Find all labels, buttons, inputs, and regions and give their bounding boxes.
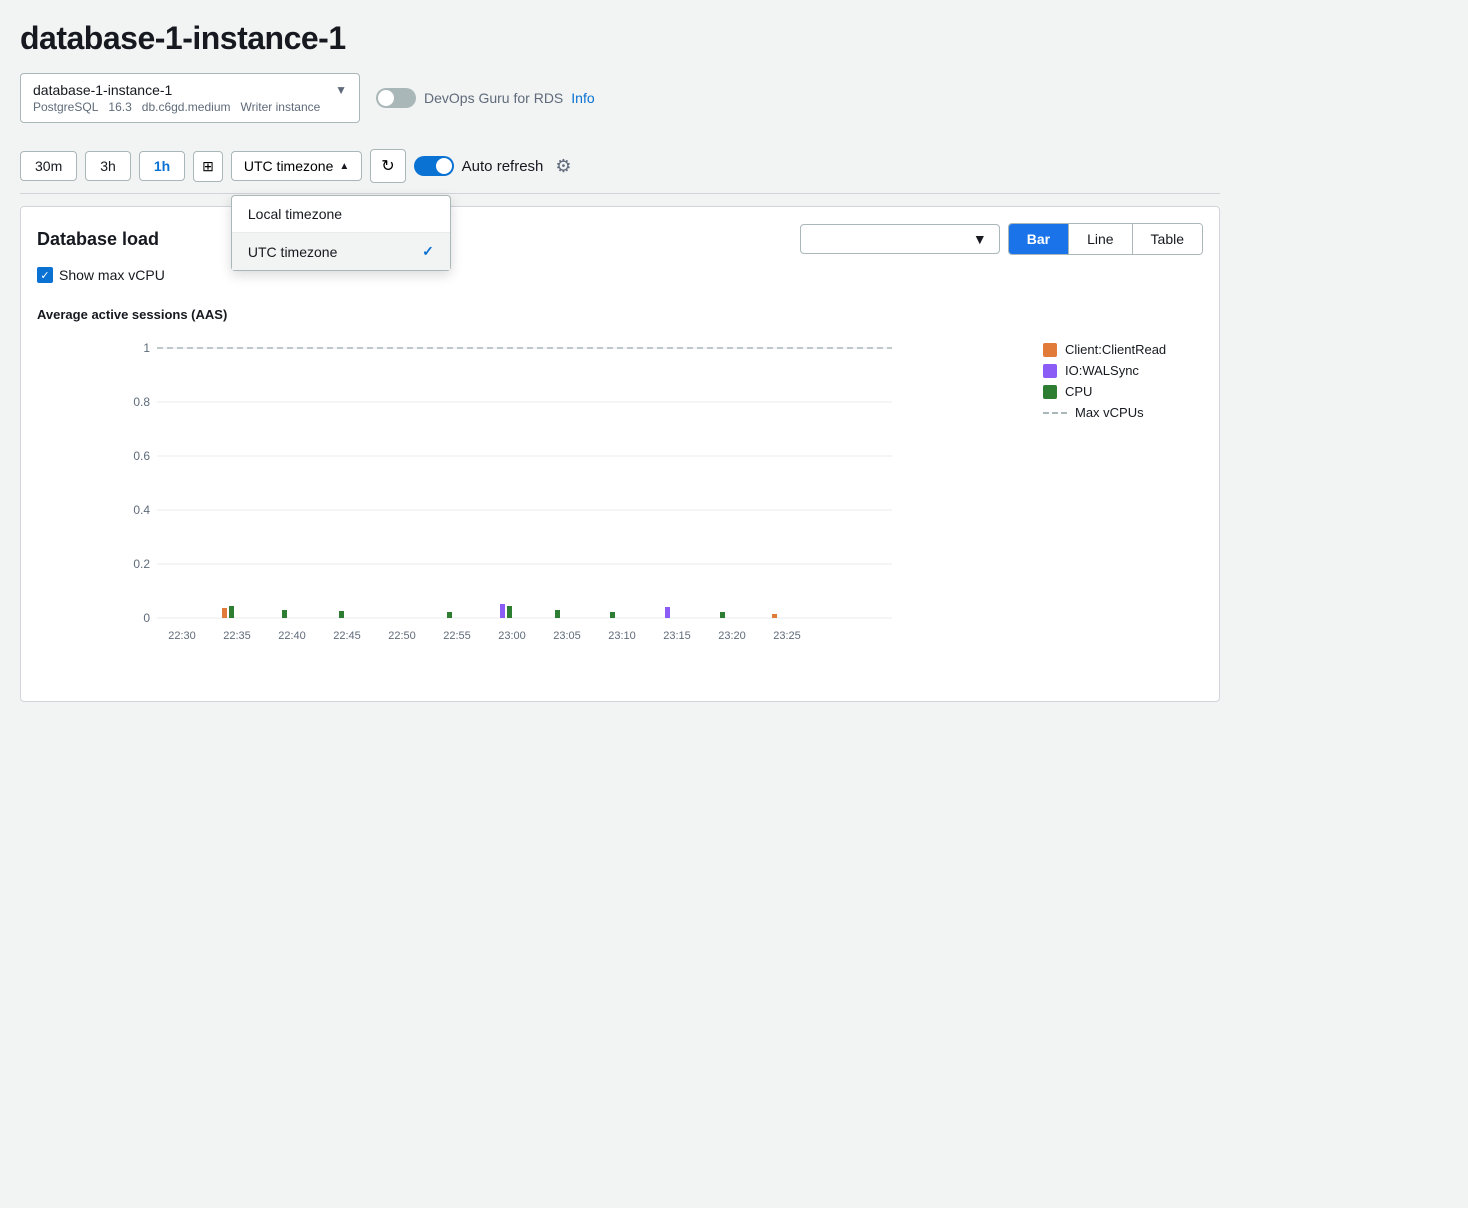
database-load-section: Database load ▼ Bar Line Table Show max … [20,206,1220,702]
role-label: Writer instance [241,100,321,114]
devops-toggle[interactable] [376,88,416,108]
slice-arrow-icon: ▼ [973,231,987,247]
y-label-06: 0.6 [133,449,150,463]
x-label-2250: 22:50 [388,630,416,642]
x-label-2310: 23:10 [608,630,636,642]
legend-color-clientread [1043,343,1057,357]
chart-svg: 1 0.8 0.6 0.4 0.2 0 [37,334,1027,674]
section-header: Database load ▼ Bar Line Table [37,223,1203,255]
dropdown-arrow-icon: ▼ [335,83,347,97]
controls-bar: 30m 3h 1h ⊞ UTC timezone ▲ Local timezon… [20,139,1220,194]
devops-section: DevOps Guru for RDS Info [376,88,595,108]
x-label-2305: 23:05 [553,630,581,642]
legend-label-maxvcpu: Max vCPUs [1075,405,1144,420]
y-label-08: 0.8 [133,395,150,409]
x-label-2325: 23:25 [773,630,801,642]
timezone-wrapper: UTC timezone ▲ Local timezone UTC timezo… [231,151,362,181]
info-link[interactable]: Info [571,90,594,106]
chart-container: Average active sessions (AAS) 1 0.8 0.6 … [37,299,1203,685]
legend-walsync: IO:WALSync [1043,363,1203,378]
x-label-2230: 22:30 [168,630,196,642]
show-max-vcpu-row: Show max vCPU [37,267,1203,283]
local-timezone-label: Local timezone [248,206,342,222]
version-label: 16.3 [108,100,131,114]
bar-cpu-7 [610,612,615,618]
page-container: database-1-instance-1 database-1-instanc… [20,20,1220,702]
settings-button[interactable]: ⚙ [551,152,575,181]
show-max-vcpu-checkbox[interactable] [37,267,53,283]
bar-cpu-2 [282,610,287,618]
view-controls: ▼ Bar Line Table [800,223,1203,255]
auto-refresh-section: Auto refresh [414,156,544,176]
bar-cpu-8 [720,612,725,618]
check-mark-icon: ✓ [422,243,434,260]
instance-dropdown-top: database-1-instance-1 ▼ [33,82,347,98]
bar-cpu-6 [555,610,560,618]
view-btn-bar[interactable]: Bar [1009,224,1069,254]
time-btn-1h[interactable]: 1h [139,151,185,181]
legend-color-cpu [1043,385,1057,399]
refresh-button[interactable]: ↻ [370,149,405,183]
time-btn-3h[interactable]: 3h [85,151,131,181]
x-label-2300: 23:00 [498,630,526,642]
bar-cpu-5 [507,606,512,618]
calendar-btn[interactable]: ⊞ [193,151,223,182]
bar-cpu-4 [447,612,452,618]
auto-refresh-toggle[interactable] [414,156,454,176]
section-title: Database load [37,229,159,250]
chart-svg-wrapper: 1 0.8 0.6 0.4 0.2 0 [37,334,1027,677]
devops-label: DevOps Guru for RDS [424,90,563,106]
x-label-2320: 23:20 [718,630,746,642]
chart-area: 1 0.8 0.6 0.4 0.2 0 [37,334,1203,677]
x-label-2245: 22:45 [333,630,361,642]
x-label-2240: 22:40 [278,630,306,642]
timezone-label: UTC timezone [244,158,333,174]
auto-refresh-label: Auto refresh [462,158,544,175]
legend-label-clientread: Client:ClientRead [1065,342,1166,357]
view-btn-table[interactable]: Table [1133,224,1202,254]
page-title: database-1-instance-1 [20,20,1220,57]
bar-cpu-3 [339,611,344,618]
view-btn-line[interactable]: Line [1069,224,1132,254]
type-label: db.c6gd.medium [142,100,231,114]
legend-cpu: CPU [1043,384,1203,399]
legend-dashed-maxvcpu [1043,412,1067,414]
timezone-button[interactable]: UTC timezone ▲ [231,151,362,181]
bar-cpu-1 [229,606,234,618]
instance-meta: PostgreSQL 16.3 db.c6gd.medium Writer in… [33,100,347,114]
instance-dropdown[interactable]: database-1-instance-1 ▼ PostgreSQL 16.3 … [20,73,360,123]
bar-clientread-1 [222,608,227,618]
y-label-04: 0.4 [133,503,150,517]
timezone-option-local[interactable]: Local timezone [232,196,450,232]
y-label-02: 0.2 [133,557,150,571]
view-btn-group: Bar Line Table [1008,223,1203,255]
y-label-1: 1 [143,341,150,355]
slice-dropdown[interactable]: ▼ [800,224,1000,254]
timezone-option-utc[interactable]: UTC timezone ✓ [232,233,450,270]
bar-walSync-1 [500,604,505,618]
chart-title: Average active sessions (AAS) [37,307,1203,322]
x-label-2315: 23:15 [663,630,691,642]
y-label-0: 0 [143,611,150,625]
instance-name: database-1-instance-1 [33,82,172,98]
legend-clientread: Client:ClientRead [1043,342,1203,357]
legend-maxvcpu: Max vCPUs [1043,405,1203,420]
time-btn-30m[interactable]: 30m [20,151,77,181]
instance-selector-bar: database-1-instance-1 ▼ PostgreSQL 16.3 … [20,73,1220,123]
timezone-dropdown: Local timezone UTC timezone ✓ [231,195,451,271]
legend-label-walsync: IO:WALSync [1065,363,1139,378]
x-label-2235: 22:35 [223,630,251,642]
timezone-arrow-icon: ▲ [339,161,349,172]
chart-legend: Client:ClientRead IO:WALSync CPU Max vCP… [1043,334,1203,677]
x-label-2255: 22:55 [443,630,471,642]
show-max-vcpu-label: Show max vCPU [59,267,165,283]
bar-walSync-2 [665,607,670,618]
engine-label: PostgreSQL [33,100,98,114]
bar-clientread-2 [772,614,777,618]
legend-label-cpu: CPU [1065,384,1092,399]
legend-color-walsync [1043,364,1057,378]
utc-timezone-label: UTC timezone [248,244,337,260]
